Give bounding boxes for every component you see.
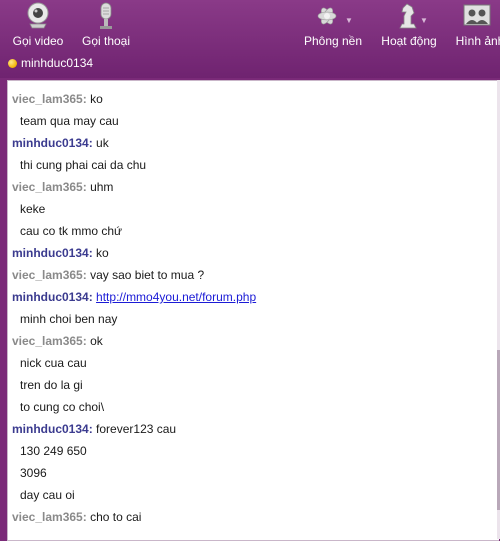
photos-button[interactable]: Hình ảnh xyxy=(450,0,500,52)
message-sender: minhduc0134 xyxy=(12,422,89,436)
username: minhduc0134 xyxy=(21,56,94,70)
message-text: uhm xyxy=(90,180,114,194)
message-text: ok xyxy=(90,334,103,348)
message-line: minhduc0134: uk xyxy=(12,133,491,155)
message-text: uk xyxy=(96,136,109,150)
message-sender: viec_lam365 xyxy=(12,510,83,524)
sender-separator: : xyxy=(88,290,97,304)
message-text: nick cua cau xyxy=(20,356,87,370)
message-text: vay sao biet to mua ? xyxy=(90,268,205,282)
message-line: viec_lam365: vay sao biet to mua ? xyxy=(12,265,491,287)
message-sender: viec_lam365 xyxy=(12,268,83,282)
video-call-button[interactable]: Gọi video xyxy=(4,0,72,52)
message-line: viec_lam365: ok xyxy=(12,331,491,353)
sender-separator: : xyxy=(82,268,91,282)
sender-separator: : xyxy=(82,510,91,524)
flower-icon xyxy=(300,2,366,30)
message-text: keke xyxy=(20,202,46,216)
activity-button[interactable]: ▼ Hoạt động xyxy=(376,0,442,52)
message-text: tren do la gi xyxy=(20,378,83,392)
message-sender: minhduc0134 xyxy=(12,290,89,304)
sender-separator: : xyxy=(88,136,97,150)
message-line: minhduc0134: forever123 cau xyxy=(12,419,491,441)
activity-label: Hoạt động xyxy=(381,34,437,48)
photos-icon xyxy=(450,2,500,30)
message-line: minhduc0134: http://mmo4you.net/forum.ph… xyxy=(12,287,491,309)
message-continuation: minh choi ben nay xyxy=(12,309,491,331)
sender-separator: : xyxy=(88,422,97,436)
message-text: thi cung phai cai da chu xyxy=(20,158,147,172)
message-text: day cau oi xyxy=(20,488,75,502)
message-text: to cung co choi\ xyxy=(20,400,105,414)
message-continuation: 3096 xyxy=(12,463,491,485)
sender-separator: : xyxy=(82,180,91,194)
voice-call-label: Gọi thoại xyxy=(81,34,131,48)
background-label: Phông nền xyxy=(303,34,363,48)
message-list: viec_lam365: ko team qua may cau minhduc01… xyxy=(12,89,491,529)
user-status[interactable]: minhduc0134 xyxy=(8,55,93,71)
voice-call-button[interactable]: Gọi thoại xyxy=(76,0,136,52)
chat-log[interactable]: viec_lam365: ko team qua may cau minhduc01… xyxy=(7,80,499,541)
message-text: cau co tk mmo chứ xyxy=(20,224,123,238)
message-link[interactable]: http://mmo4you.net/forum.php xyxy=(96,290,256,304)
message-text: minh choi ben nay xyxy=(20,312,118,326)
sender-separator: : xyxy=(88,246,97,260)
message-text: ko xyxy=(90,92,103,106)
status-dot-icon xyxy=(8,58,17,68)
message-continuation: day cau oi xyxy=(12,485,491,507)
message-sender: viec_lam365 xyxy=(12,334,83,348)
photos-label: Hình ảnh xyxy=(455,34,500,48)
message-continuation: team qua may cau xyxy=(12,111,491,133)
message-continuation: thi cung phai cai da chu xyxy=(12,155,491,177)
message-sender: viec_lam365 xyxy=(12,180,83,194)
message-text: ko xyxy=(96,246,109,260)
toolbar: Gọi video Gọi thoại ▼ Phông nền ▼ Hoạt đ… xyxy=(0,0,500,78)
chevron-down-icon: ▼ xyxy=(345,16,353,25)
message-line: viec_lam365: cho to cai xyxy=(12,507,491,529)
message-sender: minhduc0134 xyxy=(12,246,89,260)
video-call-label: Gọi video xyxy=(12,34,64,48)
message-text: forever123 cau xyxy=(96,422,177,436)
message-continuation: tren do la gi xyxy=(12,375,491,397)
sender-separator: : xyxy=(82,334,91,348)
message-continuation: keke xyxy=(12,199,491,221)
message-continuation: 130 249 650 xyxy=(12,441,491,463)
chess-knight-icon xyxy=(376,2,442,30)
message-line: minhduc0134: ko xyxy=(12,243,491,265)
message-sender: minhduc0134 xyxy=(12,136,89,150)
message-text: 130 249 650 xyxy=(20,444,87,458)
message-text: team qua may cau xyxy=(20,114,119,128)
background-button[interactable]: ▼ Phông nền xyxy=(300,0,366,52)
message-line: viec_lam365: ko xyxy=(12,89,491,111)
message-line: viec_lam365: uhm xyxy=(12,177,491,199)
message-text: 3096 xyxy=(20,466,47,480)
message-text: cho to cai xyxy=(90,510,142,524)
message-continuation: to cung co choi\ xyxy=(12,397,491,419)
message-continuation: cau co tk mmo chứ xyxy=(12,221,491,243)
webcam-icon xyxy=(4,2,72,30)
message-sender: viec_lam365 xyxy=(12,92,83,106)
message-continuation: nick cua cau xyxy=(12,353,491,375)
sender-separator: : xyxy=(82,92,91,106)
chevron-down-icon: ▼ xyxy=(420,16,428,25)
microphone-icon xyxy=(76,2,136,30)
